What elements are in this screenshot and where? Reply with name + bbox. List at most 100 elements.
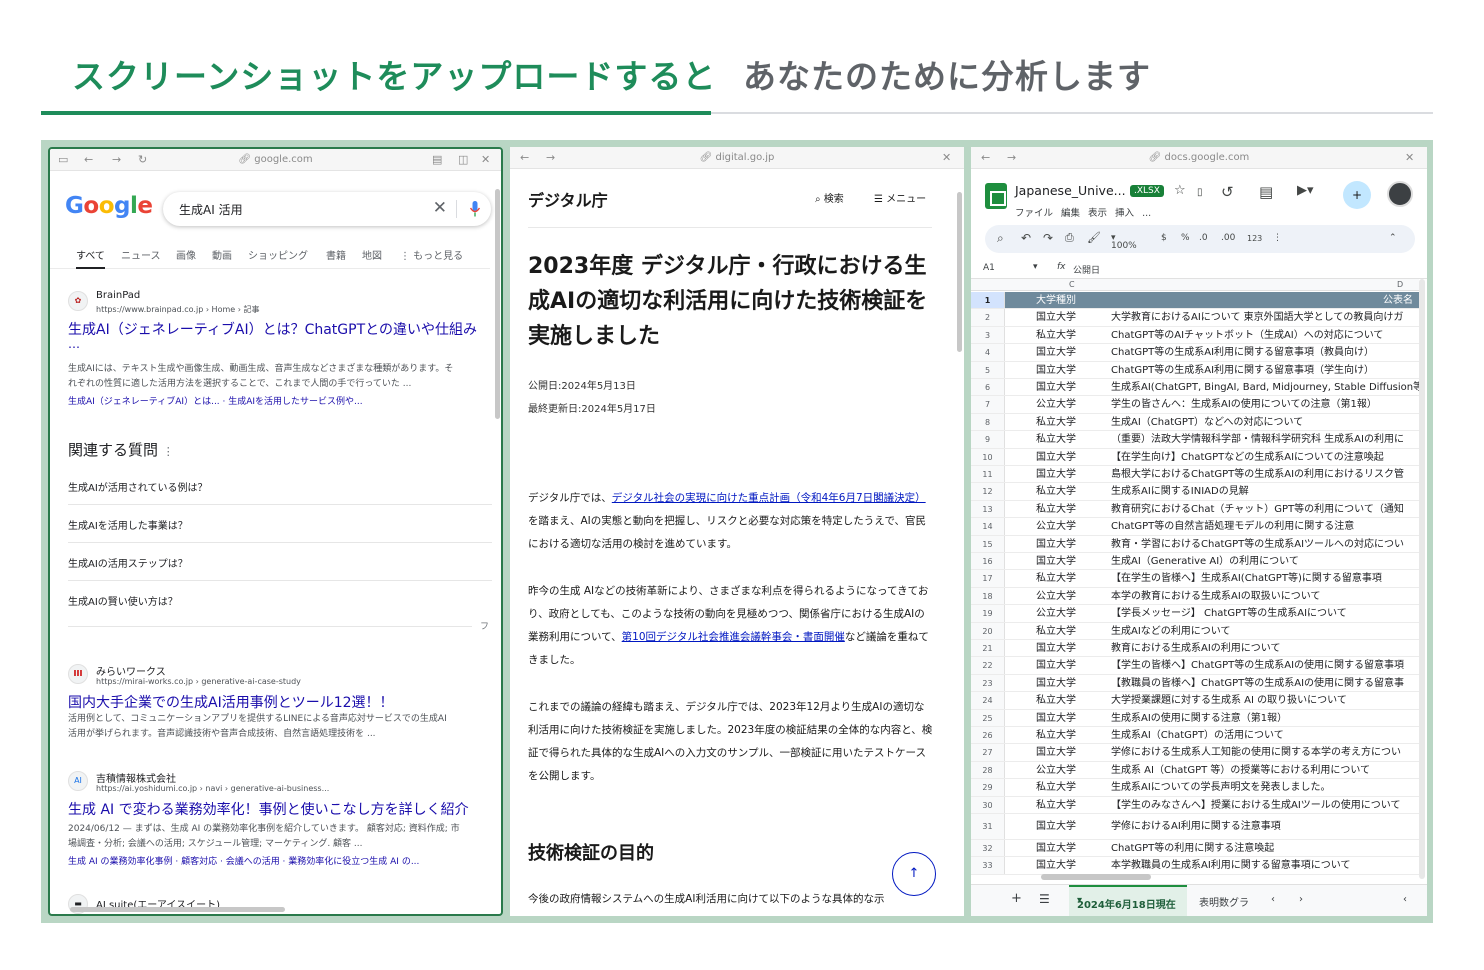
comment-icon[interactable]: ▤ — [1259, 183, 1273, 201]
row-number[interactable]: 26 — [971, 727, 1005, 744]
row-number[interactable]: 17 — [971, 570, 1005, 587]
row-number[interactable]: 33 — [971, 857, 1005, 874]
table-row[interactable]: 7 公立大学 学生の皆さんへ：生成系AIの使用についての注意（第1報） — [971, 396, 1419, 414]
horizontal-scrollbar[interactable] — [70, 907, 285, 912]
table-row[interactable]: 3 私立大学 ChatGPT等のAIチャットボット（生成AI）への対応について — [971, 326, 1419, 345]
cell-announcement-title[interactable]: ChatGPT等の利用に関する注意喚起 — [1111, 840, 1419, 856]
search-menu-icon[interactable]: ⌕ — [997, 231, 1004, 246]
table-row[interactable]: 32 国立大学 ChatGPT等の利用に関する注意喚起 — [971, 840, 1419, 858]
decrease-decimal-button[interactable]: .0 — [1199, 233, 1208, 243]
vertical-scrollbar[interactable] — [495, 189, 500, 419]
cell-university-type[interactable]: 私立大学 — [1005, 431, 1107, 447]
row-number[interactable]: 32 — [971, 840, 1005, 857]
menu-button[interactable]: ☰ メニュー — [874, 190, 926, 205]
cell-university-type[interactable]: 国立大学 — [1005, 449, 1107, 465]
result-url[interactable]: https://www.brainpad.co.jp › Home › 記事 — [96, 304, 259, 315]
cell-university-type[interactable]: 大学種別 — [1005, 292, 1107, 308]
row-number[interactable]: 18 — [971, 587, 1005, 605]
row-number[interactable]: 30 — [971, 796, 1005, 813]
table-row[interactable]: 15 国立大学 教育・学習におけるChatGPT等の生成系AIツールへの対応につい — [971, 535, 1419, 553]
search-input[interactable]: 生成AI 活用 — [179, 201, 243, 218]
cell-announcement-title[interactable]: 学生の皆さんへ：生成系AIの使用についての注意（第1報） — [1111, 396, 1419, 412]
related-question[interactable]: 生成AIの活用ステップは？ — [68, 543, 492, 581]
result-url[interactable]: https://ai.yoshidumi.co.jp › navi › gene… — [96, 784, 329, 793]
tab-more[interactable]: ⋮ もっと見る — [400, 247, 463, 262]
row-number[interactable]: 20 — [971, 622, 1005, 639]
cell-university-type[interactable]: 公立大学 — [1005, 518, 1107, 534]
row-number[interactable]: 29 — [971, 779, 1005, 796]
row-number[interactable]: 19 — [971, 605, 1005, 622]
vertical-scrollbar[interactable] — [1419, 279, 1425, 879]
document-title[interactable]: Japanese_Unive... — [1015, 183, 1126, 198]
table-row[interactable]: 21 国立大学 教育における生成系AIの利用について — [971, 640, 1419, 658]
collapse-sidebar-icon[interactable]: ‹ — [1403, 894, 1407, 905]
vertical-scrollbar[interactable] — [957, 192, 962, 352]
cell-university-type[interactable]: 私立大学 — [1005, 692, 1107, 708]
result-sitelinks[interactable]: 生成 AI の業務効率化事例 · 顧客対応 · 会議への活用 · 業務効率化に役… — [68, 854, 419, 867]
row-number[interactable]: 12 — [971, 483, 1005, 500]
cell-university-type[interactable]: 私立大学 — [1005, 797, 1107, 813]
row-number[interactable]: 24 — [971, 692, 1005, 709]
tab-upload[interactable]: スクリーンショットをアップロードすると — [72, 50, 716, 98]
menu-insert[interactable]: 挿入 — [1115, 208, 1134, 219]
row-number[interactable]: 9 — [971, 431, 1005, 448]
move-icon[interactable]: ▯ — [1197, 187, 1203, 198]
table-row[interactable]: 33 国立大学 本学教職員の生成系AI利用に関する留意事項について — [971, 857, 1419, 875]
cell-university-type[interactable]: 私立大学 — [1005, 414, 1107, 430]
cell-announcement-title[interactable]: 【在学生向け】ChatGPTなどの生成系AIについての注意喚起 — [1111, 449, 1419, 465]
close-icon[interactable]: ✕ — [1405, 151, 1414, 164]
horizontal-scrollbar[interactable] — [1041, 874, 1151, 880]
cell-university-type[interactable]: 国立大学 — [1005, 640, 1107, 656]
related-question[interactable]: 生成AIが活用されている例は？ — [68, 467, 492, 505]
mic-icon[interactable] — [470, 201, 480, 217]
table-row[interactable]: 5 国立大学 ChatGPT等の生成系AI利用に関する留意事項（学生向け） — [971, 361, 1419, 379]
result-title[interactable]: 生成 AI で変わる業務効率化！事例と使いこなし方を詳しく紹介 — [68, 799, 498, 819]
search-box[interactable]: 生成AI 活用 ✕ — [163, 192, 491, 226]
split-view-icon[interactable]: ◫ — [458, 153, 468, 166]
cell-university-type[interactable]: 国立大学 — [1005, 857, 1107, 873]
header-row[interactable]: 1 大学種別 公表名 — [971, 292, 1419, 310]
cell-university-type[interactable]: 私立大学 — [1005, 779, 1107, 795]
redo-icon[interactable]: ↷ — [1043, 231, 1053, 245]
cell-announcement-title[interactable]: 本学の教育における生成系AIの取扱いについて — [1111, 588, 1419, 604]
print-icon[interactable]: ⎙ — [1065, 231, 1074, 245]
sheet-tab[interactable]: 表明数グラ — [1199, 894, 1249, 909]
cell-university-type[interactable]: 公立大学 — [1005, 396, 1107, 412]
cell-university-type[interactable]: 国立大学 — [1005, 657, 1107, 673]
row-number[interactable]: 2 — [971, 309, 1005, 326]
google-panel[interactable]: ▭ ← → ↻ 🔗︎ google.com ▤ ◫ ✕ Google 生成AI … — [48, 147, 503, 916]
cell-university-type[interactable]: 国立大学 — [1005, 362, 1107, 378]
cell-announcement-title[interactable]: ChatGPT等のAIチャットボット（生成AI）への対応について — [1111, 327, 1419, 343]
reader-icon[interactable]: ▤ — [432, 153, 442, 166]
table-row[interactable]: 14 公立大学 ChatGPT等の自然言語処理モデルの利用に関する注意 — [971, 518, 1419, 536]
tab-videos[interactable]: 動画 — [212, 247, 232, 262]
table-row[interactable]: 16 国立大学 生成AI（Generative AI）の利用について — [971, 553, 1419, 571]
cell-announcement-title[interactable]: 教育研究におけるChat（チャット）GPT等の利用について（通知 — [1111, 501, 1419, 517]
cell-announcement-title[interactable]: 生成系AIについての学長声明文を発表しました。 — [1111, 779, 1419, 795]
cell-announcement-title[interactable]: 【学生の皆様へ】ChatGPT等の生成系AIの使用に関する留意事項 — [1111, 657, 1419, 673]
result-url[interactable]: https://mirai-works.co.jp › generative-a… — [96, 677, 301, 686]
paint-format-icon[interactable]: 🖌︎ — [1087, 231, 1101, 244]
cell-university-type[interactable]: 国立大学 — [1005, 840, 1107, 856]
cell-announcement-title[interactable]: 本学教職員の生成系AI利用に関する留意事項について — [1111, 857, 1419, 873]
cell-announcement-title[interactable]: ChatGPT等の生成系AI利用に関する留意事項（学生向け） — [1111, 362, 1419, 378]
cell-university-type[interactable]: 公立大学 — [1005, 762, 1107, 778]
cell-university-type[interactable]: 私立大学 — [1005, 501, 1107, 517]
result-sitelinks[interactable]: 生成AI（ジェネレーティブAI）とは... · 生成AIを活用したサービス例や.… — [68, 394, 363, 407]
close-icon[interactable]: ✕ — [481, 153, 490, 166]
table-row[interactable]: 4 国立大学 ChatGPT等の生成系AI利用に関する留意事項（教員向け） — [971, 344, 1419, 362]
table-row[interactable]: 8 私立大学 生成AI（ChatGPT）などへの対応について — [971, 413, 1419, 432]
cell-university-type[interactable]: 公立大学 — [1005, 605, 1107, 621]
tab-books[interactable]: 書籍 — [326, 247, 346, 262]
scroll-tabs-left-icon[interactable]: ‹ — [1271, 894, 1275, 905]
cell-announcement-title[interactable]: 【教職員の皆様へ】ChatGPT等の生成系AIの使用に関する留意事 — [1111, 675, 1419, 691]
tab-all[interactable]: すべて — [76, 247, 105, 269]
cell-university-type[interactable]: 国立大学 — [1005, 675, 1107, 691]
table-row[interactable]: 9 私立大学 （重要）法政大学情報科学部・情報科学研究科 生成系AIの利用に — [971, 431, 1419, 449]
cell-announcement-title[interactable]: 【学長メッセージ】 ChatGPT等の生成系AIについて — [1111, 605, 1419, 621]
row-number[interactable]: 22 — [971, 657, 1005, 674]
row-number[interactable]: 21 — [971, 640, 1005, 657]
result-title[interactable]: 国内大手企業での生成AI活用事例とツール12選！！ — [68, 692, 498, 712]
menu-view[interactable]: 表示 — [1088, 208, 1107, 219]
related-question[interactable]: 生成AIを活用した事業は？ — [68, 505, 492, 543]
